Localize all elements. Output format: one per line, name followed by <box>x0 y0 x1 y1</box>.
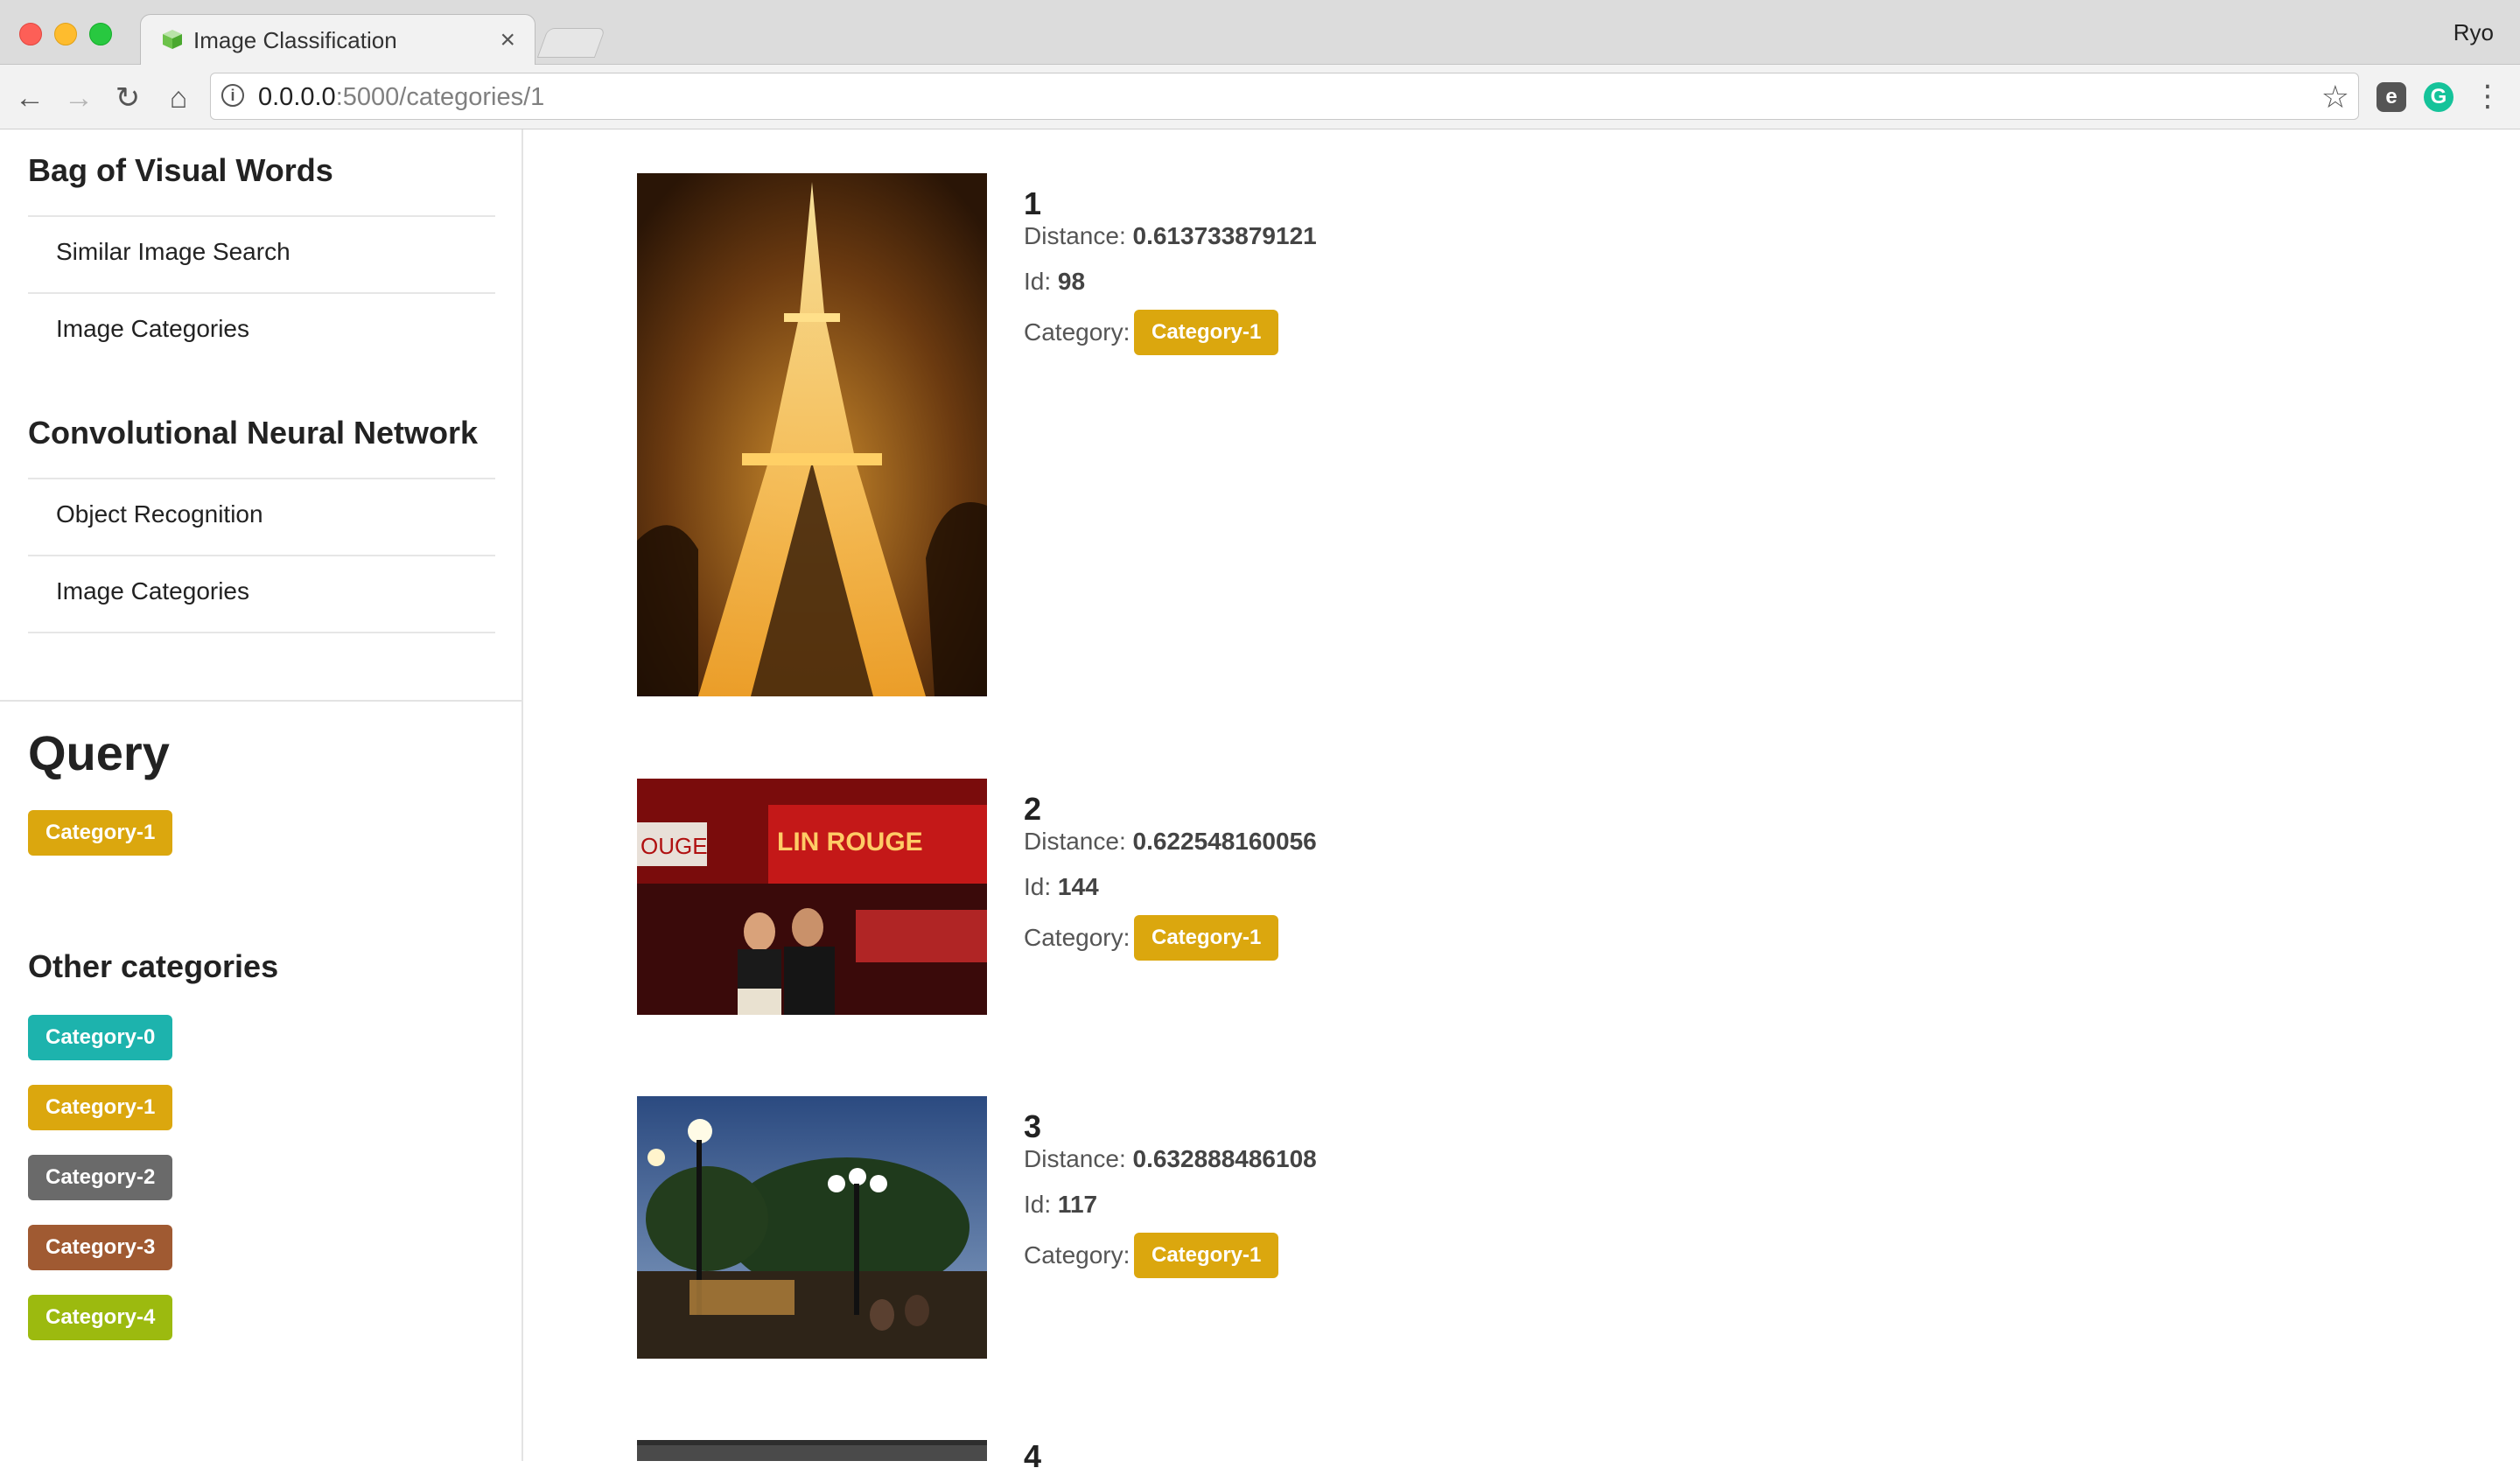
sidebar-item-bovw-image-categories[interactable]: Image Categories <box>28 292 495 369</box>
profile-name[interactable]: Ryo <box>2454 19 2494 46</box>
maximize-window-button[interactable] <box>89 23 112 45</box>
evernote-icon[interactable]: e <box>2376 82 2406 112</box>
result-category-badge[interactable]: Category-1 <box>1134 915 1279 961</box>
query-title: Query <box>28 725 170 780</box>
sign-text-left: OUGE <box>640 833 708 859</box>
sidebar-item-label: Image Categories <box>56 315 250 342</box>
result-id: Id: 98 <box>1024 268 1086 295</box>
result-distance: Distance: 0.622548160056 <box>1024 828 1317 855</box>
result-distance: Distance: 0.613733879121 <box>1024 222 1317 249</box>
minimize-window-button[interactable] <box>54 23 77 45</box>
section-title-cnn: Convolutional Neural Network <box>28 415 479 451</box>
sidebar-item-label: Object Recognition <box>56 500 263 528</box>
forward-arrow-icon[interactable]: → <box>61 80 96 115</box>
result-item: OUGE LIN ROUGE 2 Distance: 0.62254816005… <box>637 779 2300 1017</box>
sidebar-item-label: Image Categories <box>56 577 250 605</box>
browser-tab[interactable]: Image Classification × <box>140 14 536 65</box>
category-badge-0[interactable]: Category-0 <box>28 1015 173 1060</box>
browser-toolbar: ← → ↻ ⌂ i 0.0.0.0:5000/categories/1 ☆ e … <box>0 65 2520 129</box>
result-rank: 3 <box>1024 1108 1042 1144</box>
reload-icon[interactable]: ↻ <box>110 80 145 115</box>
back-arrow-icon[interactable]: ← <box>12 80 47 115</box>
result-image-street-lamps[interactable] <box>637 1096 987 1359</box>
result-item: 4 <box>637 1438 2300 1474</box>
browser-titlebar: Image Classification × Ryo <box>0 0 2520 65</box>
result-category: Category: <box>1024 1241 1130 1269</box>
sign-text-main: LIN ROUGE <box>777 828 923 856</box>
category-badge-2[interactable]: Category-2 <box>28 1155 173 1200</box>
result-rank: 2 <box>1024 791 1042 827</box>
menu-divider <box>28 632 495 633</box>
cube-favicon-icon <box>163 30 182 49</box>
section-title-bovw: Bag of Visual Words <box>28 152 333 188</box>
result-item: 1 Distance: 0.613733879121 Id: 98 Catego… <box>637 173 2300 698</box>
result-image-eiffel-tower[interactable] <box>637 173 987 696</box>
result-category: Category: <box>1024 318 1130 346</box>
other-categories-title: Other categories <box>28 948 279 984</box>
info-icon[interactable]: i <box>221 84 244 107</box>
category-badge-4[interactable]: Category-4 <box>28 1295 173 1340</box>
sidebar-item-object-recognition[interactable]: Object Recognition <box>28 478 495 555</box>
close-window-button[interactable] <box>19 23 42 45</box>
new-tab-button[interactable] <box>536 28 606 58</box>
sidebar-divider <box>0 700 522 702</box>
result-id: Id: 144 <box>1024 873 1099 900</box>
home-icon[interactable]: ⌂ <box>161 80 196 115</box>
result-rank: 4 <box>1024 1438 1042 1474</box>
sidebar-item-cnn-image-categories[interactable]: Image Categories <box>28 555 495 632</box>
result-id: Id: 117 <box>1024 1191 1098 1218</box>
result-image-moulin-rouge[interactable]: OUGE LIN ROUGE <box>637 779 987 1015</box>
result-category-badge[interactable]: Category-1 <box>1134 310 1279 355</box>
grammarly-icon[interactable]: G <box>2424 82 2454 112</box>
sidebar-item-similar-image-search[interactable]: Similar Image Search <box>28 215 495 292</box>
address-bar[interactable]: i 0.0.0.0:5000/categories/1 ☆ <box>210 73 2359 120</box>
category-badge-3[interactable]: Category-3 <box>28 1225 173 1270</box>
result-item: 3 Distance: 0.632888486108 Id: 117 Categ… <box>637 1096 2300 1359</box>
result-category: Category: <box>1024 924 1130 951</box>
tab-title: Image Classification <box>193 27 397 53</box>
tab-close-icon[interactable]: × <box>500 25 515 55</box>
url-text[interactable]: 0.0.0.0:5000/categories/1 <box>258 83 544 112</box>
result-image-partial[interactable] <box>637 1440 987 1461</box>
result-category-badge[interactable]: Category-1 <box>1134 1233 1279 1278</box>
menu-dots-icon[interactable]: ⋮ <box>2473 77 2502 115</box>
result-rank: 1 <box>1024 185 1042 221</box>
star-icon[interactable]: ☆ <box>2321 79 2349 115</box>
category-badge-1[interactable]: Category-1 <box>28 1085 173 1130</box>
query-category-badge[interactable]: Category-1 <box>28 810 173 856</box>
result-distance: Distance: 0.632888486108 <box>1024 1145 1317 1172</box>
sidebar-item-label: Similar Image Search <box>56 238 290 265</box>
sidebar: Bag of Visual Words Similar Image Search… <box>0 129 523 1461</box>
